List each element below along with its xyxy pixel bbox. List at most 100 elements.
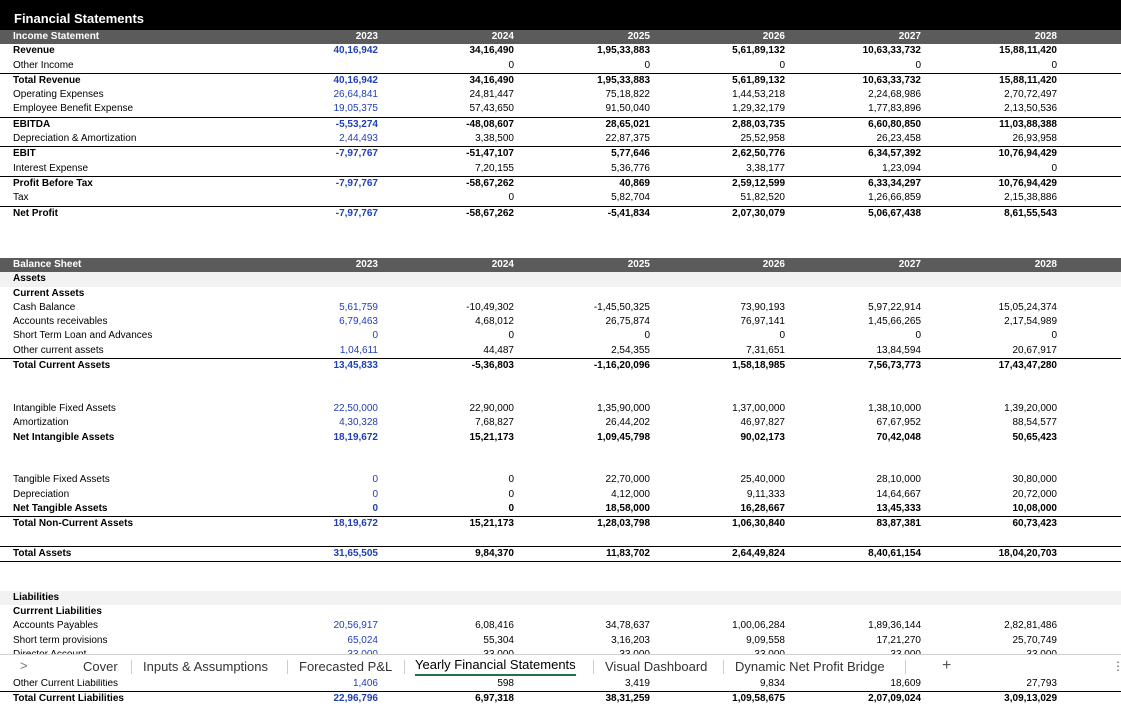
cell-2028[interactable]: 15,05,24,374 <box>937 301 1057 315</box>
cell-2028[interactable]: 11,03,88,388 <box>937 118 1057 132</box>
row-label[interactable]: Amortization <box>13 416 69 430</box>
cell-2024[interactable]: 34,16,490 <box>394 74 515 88</box>
cell-2023[interactable]: 26,64,841 <box>258 88 379 102</box>
cell-2028[interactable]: 3,09,13,029 <box>937 692 1057 706</box>
row-label[interactable]: Short term provisions <box>13 634 107 648</box>
row-label[interactable]: Income Statement <box>13 30 99 44</box>
cell-2024[interactable]: 0 <box>394 473 514 487</box>
cell-2026[interactable]: 5,61,89,132 <box>665 44 785 58</box>
cell-2023[interactable]: -7,97,767 <box>258 147 378 161</box>
cell-2025[interactable]: 1,09,45,798 <box>530 431 650 445</box>
cell-2028[interactable]: 2,15,38,886 <box>937 191 1057 205</box>
cell-2027[interactable]: 0 <box>801 329 921 343</box>
cell-2028[interactable]: 10,08,000 <box>937 502 1058 516</box>
cell-2028[interactable]: 2,13,50,536 <box>937 102 1057 116</box>
row-label[interactable]: Net Tangible Assets <box>13 502 107 516</box>
cell-2027[interactable]: 67,67,952 <box>801 416 922 430</box>
row-label[interactable]: Current Assets <box>13 287 84 301</box>
cell-2023[interactable]: 0 <box>258 329 378 343</box>
cell-2023[interactable]: 2023 <box>258 258 378 272</box>
cell-2027[interactable]: 2027 <box>801 30 921 44</box>
cell-2027[interactable]: 1,23,094 <box>801 162 921 176</box>
cell-2026[interactable]: 9,09,558 <box>665 634 785 648</box>
cell-2023[interactable]: 2,44,493 <box>258 132 378 146</box>
row-label[interactable]: Total Current Liabilities <box>13 692 124 706</box>
cell-2026[interactable]: 1,06,30,840 <box>665 517 785 531</box>
cell-2028[interactable]: 17,43,47,280 <box>937 359 1057 373</box>
cell-2026[interactable]: 0 <box>665 59 785 73</box>
cell-2024[interactable]: 0 <box>394 488 514 502</box>
cell-2024[interactable]: 44,487 <box>394 344 514 358</box>
cell-2024[interactable]: 7,68,827 <box>394 416 514 430</box>
cell-2025[interactable]: 5,36,776 <box>530 162 650 176</box>
cell-2027[interactable]: 14,64,667 <box>801 488 922 502</box>
cell-2027[interactable]: 2027 <box>801 258 921 272</box>
cell-2027[interactable]: 13,84,594 <box>801 344 922 358</box>
cell-2024[interactable]: -48,08,607 <box>394 118 514 132</box>
cell-2028[interactable]: 0 <box>937 162 1057 176</box>
row-label[interactable]: Tax <box>13 191 29 205</box>
tab-yearly-financial-statements[interactable]: Yearly Financial Statements <box>415 656 576 676</box>
cell-2024[interactable]: 15,21,173 <box>394 517 515 531</box>
cell-2025[interactable]: 2,54,355 <box>530 344 650 358</box>
row-label[interactable]: Total Assets <box>13 547 71 561</box>
cell-2028[interactable]: 25,70,749 <box>937 634 1058 648</box>
cell-2026[interactable]: 2,88,03,735 <box>665 118 785 132</box>
cell-2025[interactable]: 91,50,040 <box>530 102 651 116</box>
cell-2026[interactable]: 1,44,53,218 <box>665 88 785 102</box>
cell-2027[interactable]: 2,07,09,024 <box>801 692 921 706</box>
cell-2027[interactable]: 5,06,67,438 <box>801 207 921 221</box>
cell-2024[interactable]: 0 <box>394 329 514 343</box>
cell-2027[interactable]: 1,45,66,265 <box>801 315 921 329</box>
row-label[interactable]: Currrent Liabilities <box>13 605 102 619</box>
cell-2023[interactable]: 6,79,463 <box>258 315 378 329</box>
cell-2026[interactable]: 16,28,667 <box>665 502 786 516</box>
row-label[interactable]: Intangible Fixed Assets <box>13 402 116 416</box>
cell-2028[interactable]: 1,39,20,000 <box>937 402 1057 416</box>
cell-2025[interactable]: 1,95,33,883 <box>530 74 650 88</box>
row-label[interactable]: Profit Before Tax <box>13 177 93 191</box>
cell-2028[interactable]: 20,72,000 <box>937 488 1058 502</box>
cell-2028[interactable]: 30,80,000 <box>937 473 1058 487</box>
cell-2026[interactable]: 25,40,000 <box>665 473 786 487</box>
cell-2026[interactable]: 25,52,958 <box>665 132 786 146</box>
cell-2023[interactable]: 20,56,917 <box>258 619 379 633</box>
cell-2024[interactable]: 3,38,500 <box>394 132 514 146</box>
cell-2028[interactable]: 15,88,11,420 <box>937 74 1057 88</box>
cell-2024[interactable]: 57,43,650 <box>394 102 515 116</box>
cell-2025[interactable]: 11,83,702 <box>530 547 650 561</box>
cell-2027[interactable]: 6,33,34,297 <box>801 177 921 191</box>
cell-2026[interactable]: 1,37,00,000 <box>665 402 785 416</box>
cell-2027[interactable]: 10,63,33,732 <box>801 44 921 58</box>
cell-2024[interactable]: 0 <box>394 191 514 205</box>
cell-2026[interactable]: 1,29,32,179 <box>665 102 785 116</box>
cell-2025[interactable]: 1,95,33,883 <box>530 44 650 58</box>
cell-2025[interactable]: 0 <box>530 59 650 73</box>
cell-2025[interactable]: 22,87,375 <box>530 132 651 146</box>
cell-2024[interactable]: 34,16,490 <box>394 44 515 58</box>
cell-2024[interactable]: 9,84,370 <box>394 547 514 561</box>
cell-2028[interactable]: 50,65,423 <box>937 431 1058 445</box>
cell-2023[interactable]: 31,65,505 <box>258 547 379 561</box>
cell-2027[interactable]: 5,97,22,914 <box>801 301 921 315</box>
cell-2025[interactable]: 5,82,704 <box>530 191 650 205</box>
cell-2024[interactable]: 0 <box>394 502 514 516</box>
cell-2026[interactable]: 1,00,06,284 <box>665 619 785 633</box>
cell-2028[interactable]: 15,88,11,420 <box>937 44 1057 58</box>
row-label[interactable]: Other Income <box>13 59 74 73</box>
cell-2025[interactable]: 4,12,000 <box>530 488 650 502</box>
cell-2027[interactable]: 1,89,36,144 <box>801 619 921 633</box>
cell-2025[interactable]: 0 <box>530 329 650 343</box>
row-label[interactable]: Accounts Payables <box>13 619 98 633</box>
row-label[interactable]: Short Term Loan and Advances <box>13 329 152 343</box>
cell-2025[interactable]: 28,65,021 <box>530 118 651 132</box>
row-label[interactable]: EBITDA <box>13 118 50 132</box>
cell-2028[interactable]: 2,70,72,497 <box>937 88 1057 102</box>
cell-2027[interactable]: 6,60,80,850 <box>801 118 921 132</box>
cell-2023[interactable]: 22,50,000 <box>258 402 379 416</box>
row-label[interactable]: Total Revenue <box>13 74 81 88</box>
cell-2025[interactable]: 34,78,637 <box>530 619 651 633</box>
cell-2026[interactable]: 46,97,827 <box>665 416 786 430</box>
row-label[interactable]: Employee Benefit Expense <box>13 102 133 116</box>
cell-2025[interactable]: -1,45,50,325 <box>530 301 650 315</box>
